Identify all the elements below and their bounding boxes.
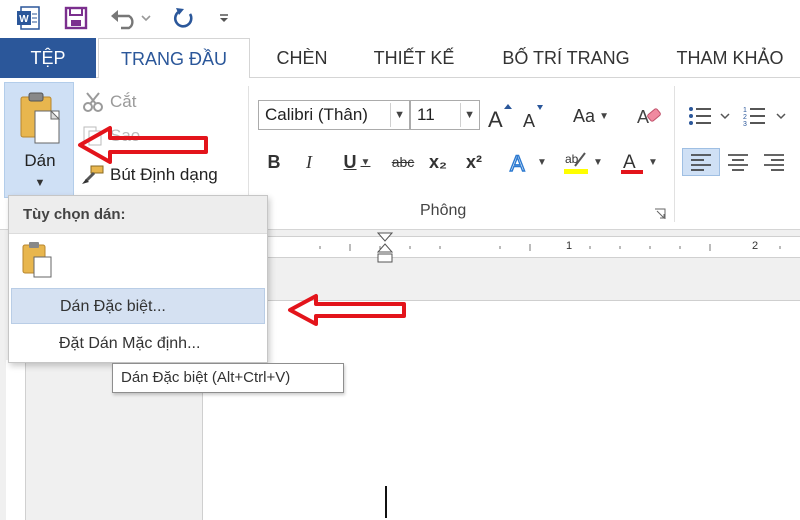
chevron-down-icon[interactable]: ▼ <box>5 177 75 189</box>
chevron-down-icon: ▼ <box>648 156 658 168</box>
align-center-icon[interactable] <box>722 148 754 176</box>
font-size-select[interactable]: 11 ▼ <box>410 100 480 130</box>
numbering-icon[interactable]: 123 <box>742 102 792 130</box>
undo-icon[interactable] <box>108 4 154 32</box>
quick-access-toolbar: W <box>0 0 800 38</box>
tab-home[interactable]: TRANG ĐẦU <box>98 38 250 79</box>
paste-options-menu: Tùy chọn dán: Dán Đặc biệt... Đặt Dán Mặ… <box>8 195 268 363</box>
ruler-ticks <box>259 244 781 251</box>
svg-text:A: A <box>637 107 649 127</box>
bullets-icon[interactable] <box>686 102 734 130</box>
grow-font-icon[interactable]: A <box>488 102 512 130</box>
font-size-value: 11 <box>417 105 435 124</box>
svg-text:A: A <box>623 152 636 173</box>
shrink-font-icon[interactable]: A <box>522 102 546 130</box>
text-cursor <box>385 486 387 518</box>
svg-text:A: A <box>523 111 535 129</box>
strikethrough-button[interactable]: abc <box>386 148 420 176</box>
font-name-value: Calibri (Thân) <box>265 105 368 124</box>
tab-file[interactable]: TỆP <box>0 38 96 78</box>
dropdown-divider <box>390 103 391 127</box>
font-color-icon[interactable]: A ▼ <box>616 148 662 176</box>
customize-toolbar-icon[interactable] <box>214 4 234 32</box>
svg-text:1: 1 <box>743 107 747 114</box>
svg-text:A: A <box>510 151 525 175</box>
tab-insert[interactable]: CHÈN <box>262 38 342 78</box>
dropdown-divider <box>460 103 461 127</box>
tab-design[interactable]: THIẾT KẾ <box>360 38 468 78</box>
svg-text:W: W <box>19 14 29 25</box>
save-icon[interactable] <box>62 4 90 32</box>
paste-keep-formatting-icon[interactable] <box>19 240 55 280</box>
clear-formatting-icon[interactable]: A <box>634 102 664 130</box>
change-case-button[interactable]: Aa ▼ <box>566 102 616 130</box>
scissors-icon <box>80 91 106 113</box>
font-group-label: Phông <box>420 202 467 219</box>
text-effects-icon[interactable]: A ▼ <box>506 148 550 176</box>
tab-layout[interactable]: BỐ TRÍ TRANG <box>484 38 648 78</box>
cut-label: Cắt <box>110 92 137 111</box>
set-default-paste-item[interactable]: Đặt Dán Mặc định... <box>11 326 265 362</box>
chevron-down-icon: ▼ <box>360 156 371 168</box>
group-separator <box>674 86 675 222</box>
paste-options-header: Tùy chọn dán: <box>9 196 267 234</box>
ruler-mark: 2 <box>752 240 759 252</box>
horizontal-ruler[interactable]: 1 2 <box>200 236 800 258</box>
chevron-down-icon: ▼ <box>599 110 609 122</box>
underline-button[interactable]: U ▼ <box>334 148 380 176</box>
paste-label: Dán <box>24 151 56 170</box>
align-right-icon[interactable] <box>758 148 790 176</box>
dialog-launcher-icon[interactable] <box>654 208 666 220</box>
change-case-label: Aa <box>573 105 596 126</box>
redo-icon[interactable] <box>170 4 198 32</box>
svg-text:3: 3 <box>743 121 747 128</box>
annotation-arrow-icon <box>78 126 208 164</box>
underline-label: U <box>343 151 357 172</box>
indent-marker-icon[interactable] <box>376 232 394 268</box>
paintbrush-icon <box>80 164 106 186</box>
font-name-select[interactable]: Calibri (Thân) ▼ <box>258 100 410 130</box>
ruler-mark: 1 <box>566 240 573 252</box>
ribbon-tabs: TỆP TRANG ĐẦU CHÈN THIẾT KẾ BỐ TRÍ TRANG… <box>0 38 800 79</box>
svg-text:2: 2 <box>743 114 747 121</box>
word-logo-icon: W <box>14 4 42 32</box>
cut-button[interactable]: Cắt <box>80 89 136 115</box>
clipboard-icon <box>19 91 61 152</box>
italic-button[interactable]: I <box>298 148 320 176</box>
chevron-down-icon: ▼ <box>593 156 603 168</box>
bold-button[interactable]: B <box>262 148 286 176</box>
paste-special-tooltip: Dán Đặc biệt (Alt+Ctrl+V) <box>112 363 344 393</box>
vertical-ruler[interactable] <box>6 360 26 520</box>
align-left-icon[interactable] <box>682 148 720 176</box>
tab-references[interactable]: THAM KHẢO <box>660 38 800 78</box>
subscript-button[interactable]: x₂ <box>424 148 452 176</box>
document-page[interactable] <box>202 300 800 520</box>
paste-special-item[interactable]: Dán Đặc biệt... <box>11 288 265 324</box>
format-painter-label: Bút Định dạng <box>110 165 218 184</box>
chevron-down-icon: ▼ <box>464 109 475 121</box>
highlight-icon[interactable]: ab ▼ <box>560 148 606 176</box>
annotation-arrow-icon <box>288 294 406 326</box>
chevron-down-icon: ▼ <box>537 156 547 168</box>
svg-text:A: A <box>488 107 503 129</box>
chevron-down-icon: ▼ <box>394 109 405 121</box>
paste-button[interactable]: Dán ▼ <box>4 82 74 198</box>
superscript-button[interactable]: x² <box>460 148 488 176</box>
